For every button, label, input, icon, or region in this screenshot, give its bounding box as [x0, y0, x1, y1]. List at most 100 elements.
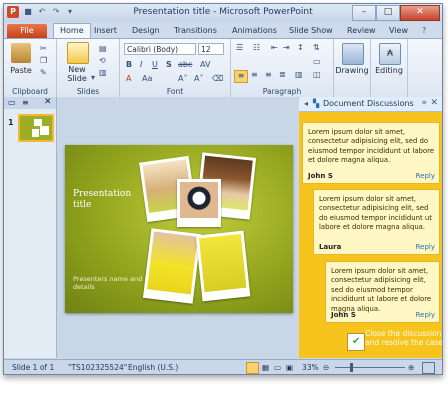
decrease-indent-icon[interactable]: ⇤ [271, 43, 278, 52]
text-direction-icon[interactable]: ⇅ [313, 43, 320, 52]
bullets-icon[interactable]: ☰ [236, 43, 243, 52]
clear-format-icon[interactable]: ⌫ [212, 74, 223, 83]
new-slide-button[interactable]: New Slide [61, 65, 93, 83]
powerpoint-window: P ■ ↶ ↷ ▾ Presentation title - Microsoft… [3, 3, 443, 375]
pane-icon: ◂ [304, 99, 309, 108]
format-painter-icon[interactable]: ✎ [40, 68, 47, 77]
reply-link[interactable]: Reply [416, 243, 435, 251]
reading-view-icon[interactable]: ▭ [274, 363, 281, 372]
font-color-icon[interactable]: A [126, 74, 131, 83]
resolve-case-icon[interactable]: ✔ [347, 333, 365, 351]
language-status[interactable]: English (U.S.) [128, 363, 178, 372]
change-case-icon[interactable]: Aa [142, 74, 152, 83]
close-pane-icon[interactable]: ✕ [44, 97, 52, 107]
zoom-slider[interactable] [335, 367, 405, 368]
paragraph-group-label: Paragraph [262, 87, 302, 96]
zoom-in-icon[interactable]: ⊕ [408, 363, 414, 372]
discussions-pane: ◂ ▚ Document Discussions » ✕ Lorem ipsum… [299, 97, 442, 358]
tab-home[interactable]: Home [53, 23, 91, 39]
window-controls: – □ ✕ [352, 5, 440, 21]
status-bar: Slide 1 of 1 "TS102325524" English (U.S.… [4, 359, 442, 374]
numbering-icon[interactable]: ☷ [253, 43, 260, 52]
align-right-icon[interactable]: ≡ [265, 70, 272, 79]
columns-icon[interactable]: ▥ [295, 70, 303, 79]
comment-author: John S [331, 311, 356, 319]
new-slide-icon[interactable] [67, 42, 89, 64]
italic-icon[interactable]: I [140, 60, 142, 69]
increase-indent-icon[interactable]: ⇥ [283, 43, 290, 52]
line-spacing-icon[interactable]: ↕ [297, 43, 304, 52]
theme-name: "TS102325524" [68, 363, 128, 372]
reply-link[interactable]: Reply [416, 311, 435, 319]
slide-thumbnail[interactable] [18, 114, 54, 142]
font-size-combo[interactable]: 12 [198, 43, 224, 55]
paste-button[interactable]: Paste [6, 66, 36, 75]
drawing-button[interactable]: Drawing [334, 66, 370, 75]
section-icon[interactable]: ▥ [99, 68, 107, 77]
copy-icon[interactable]: ❐ [40, 56, 47, 65]
slide-subtitle[interactable]: Presenters name and details [73, 275, 143, 291]
strikethrough-icon[interactable]: abc [178, 60, 192, 69]
grow-font-icon[interactable]: A˄ [178, 74, 187, 83]
find-icon[interactable]: ₳ [379, 43, 401, 65]
tab-slide-show[interactable]: Slide Show [289, 24, 333, 38]
tab-transitions[interactable]: Transitions [174, 24, 217, 38]
slide-show-view-icon[interactable]: ▣ [286, 363, 293, 372]
expand-pane-icon[interactable]: » [421, 98, 427, 108]
photo-frame-center[interactable] [177, 179, 221, 227]
photo-frame-bottom-left[interactable] [142, 228, 202, 304]
comment-author: John S [308, 172, 333, 180]
tab-review[interactable]: Review [347, 24, 376, 38]
close-button[interactable]: ✕ [400, 5, 440, 21]
tab-view[interactable]: View [389, 24, 408, 38]
align-text-icon[interactable]: ▭ [313, 57, 321, 66]
shadow-icon[interactable]: S [166, 60, 172, 69]
underline-icon[interactable]: U [152, 60, 158, 69]
zoom-slider-thumb[interactable] [350, 363, 353, 372]
zoom-level[interactable]: 33% [302, 363, 319, 372]
comment-text: Lorem ipsum dolor sit amet, consectetur … [308, 128, 435, 165]
spacing-icon[interactable]: AV [200, 60, 210, 69]
tab-animations[interactable]: Animations [232, 24, 277, 38]
cut-icon[interactable]: ✂ [40, 44, 47, 53]
justify-icon[interactable]: ≣ [279, 70, 286, 79]
paste-icon[interactable] [11, 43, 31, 63]
help-icon[interactable]: ? [422, 24, 426, 38]
minimize-button[interactable]: – [352, 5, 376, 21]
align-center-icon[interactable]: ≡ [251, 70, 258, 79]
slide-editor: Presentation title Presenters name and d… [57, 97, 298, 358]
normal-view-icon[interactable] [246, 362, 259, 374]
slide-sorter-icon[interactable]: ▦ [262, 363, 269, 372]
align-left-icon[interactable]: ≡ [234, 70, 248, 83]
discussions-pane-header: ◂ ▚ Document Discussions » ✕ [299, 97, 442, 112]
paragraph-group: ☰ ☷ ⇤ ⇥ ↕ ⇅ ▭ ◫ ≡ ≡ ≡ ≣ ▥ Paragraph [231, 39, 334, 97]
slide-canvas[interactable]: Presentation title Presenters name and d… [65, 145, 293, 313]
photo-frame-bottom-right[interactable] [195, 230, 251, 302]
close-discussion-link[interactable]: Close the discussion and resolve the cas… [365, 329, 442, 347]
slides-group: New Slide ▾ ▤ ⟲ ▥ Slides [57, 39, 120, 97]
layout-icon[interactable]: ▤ [99, 44, 107, 53]
new-slide-dropdown-icon[interactable]: ▾ [91, 73, 95, 82]
discussion-icon: ▚ [313, 99, 320, 108]
maximize-button[interactable]: □ [376, 5, 400, 21]
slides-pane: ▭ ≡ ✕ 1 [4, 97, 57, 358]
reply-link[interactable]: Reply [416, 172, 435, 180]
smartart-icon[interactable]: ◫ [313, 70, 321, 79]
bold-icon[interactable]: B [126, 60, 132, 69]
font-name-combo[interactable]: Calibri (Body) [124, 43, 196, 55]
shapes-icon[interactable] [342, 43, 364, 65]
tab-file[interactable]: File [7, 24, 47, 38]
shrink-font-icon[interactable]: A˅ [194, 74, 203, 83]
zoom-out-icon[interactable]: ⊖ [323, 363, 329, 372]
reset-icon[interactable]: ⟲ [99, 56, 106, 65]
slides-tab-icon[interactable]: ▭ [8, 98, 16, 107]
comment-card: Lorem ipsum dolor sit amet, consectetur … [302, 122, 440, 184]
slide-title[interactable]: Presentation title [73, 189, 143, 211]
outline-tab-icon[interactable]: ≡ [22, 98, 29, 107]
close-pane-icon[interactable]: ✕ [430, 98, 438, 108]
fit-to-window-icon[interactable] [422, 362, 435, 374]
tab-design[interactable]: Design [132, 24, 160, 38]
comment-card: Lorem ipsum dolor sit amet, consectetur … [313, 189, 440, 255]
editing-button[interactable]: Editing [371, 66, 407, 75]
tab-insert[interactable]: Insert [94, 24, 117, 38]
